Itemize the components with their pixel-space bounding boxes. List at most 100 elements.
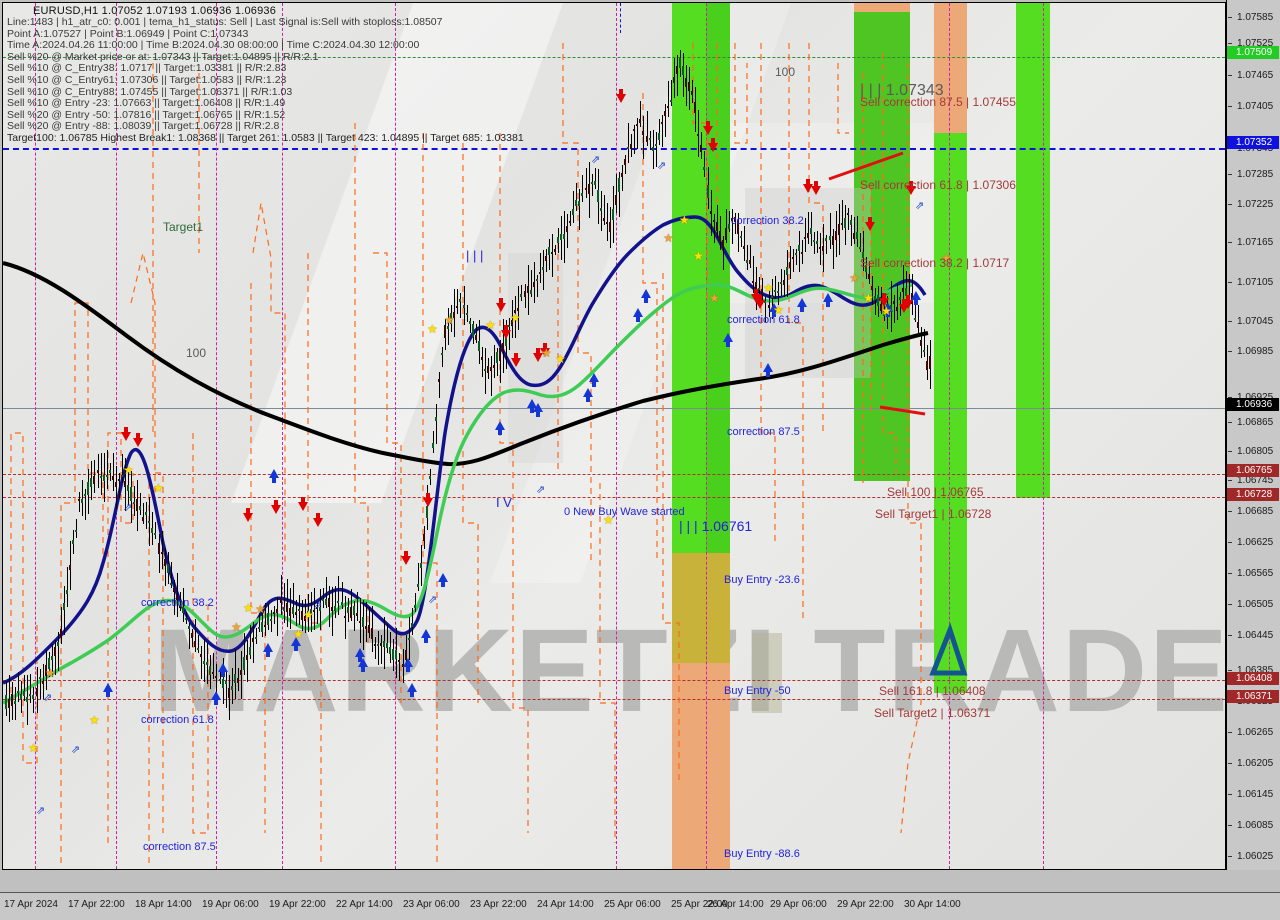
trading-chart-window: MARKETZI TRADE ★ ★ ★ ★ ★ ★ ★ ★ ★ ★ ★ ★ ★… [0, 0, 1280, 920]
candle-body [422, 533, 425, 542]
time-axis[interactable]: 17 Apr 2024 17 Apr 22:00 18 Apr 14:00 19 Ap… [0, 892, 1280, 920]
candle-body [151, 527, 154, 534]
candle-body [569, 221, 572, 224]
price-tick: 1.07045 [1226, 316, 1280, 328]
candle-body [294, 612, 297, 616]
time-tick: 19 Apr 22:00 [269, 899, 326, 910]
chart-label: Sell Target2 | 1.06371 [874, 706, 991, 720]
candle-wick [225, 672, 227, 708]
candle-body [523, 290, 526, 297]
candle-wick [893, 295, 895, 324]
sell-arrow-icon [313, 518, 323, 527]
candle-wick [484, 348, 486, 394]
candle-body [813, 239, 816, 242]
candle-body [840, 222, 843, 225]
candle-body [197, 648, 200, 651]
candle-wick [118, 472, 120, 498]
star-marker-icon: ★ [427, 322, 438, 336]
candle-wick [896, 283, 898, 321]
candle-body [715, 221, 718, 232]
buy-arrow-icon [266, 652, 270, 657]
candle-body [117, 478, 120, 481]
candle-wick [481, 347, 483, 377]
candle-body [139, 505, 142, 510]
buy-arrow-icon [263, 643, 273, 652]
candle-wick [201, 646, 203, 680]
price-tick: 1.07165 [1226, 237, 1280, 249]
candle-wick [323, 587, 325, 609]
candle-body [17, 691, 20, 694]
hollow-arrow-icon: ⇗ [36, 805, 46, 817]
time-tick: 23 Apr 06:00 [403, 899, 460, 910]
buy-arrow-icon [533, 403, 543, 412]
candle-body [364, 625, 367, 630]
candle-wick [332, 587, 334, 636]
candle-body [81, 499, 84, 503]
candle-wick [155, 522, 157, 539]
candle-wick [378, 630, 380, 666]
buy-arrow-icon [106, 692, 110, 697]
candle-body [114, 482, 117, 488]
candle-body [325, 598, 328, 606]
candle-wick [414, 592, 416, 612]
candle-body [346, 607, 349, 613]
candle-wick [792, 249, 794, 273]
candle-wick [164, 547, 166, 587]
candle-body [261, 622, 264, 632]
candle-body [752, 281, 755, 284]
candle-wick [33, 686, 35, 714]
sell-arrow-icon [298, 502, 308, 511]
hollow-arrow-icon: ⇗ [71, 744, 81, 756]
candle-body [133, 502, 136, 505]
chart-plot-area[interactable]: MARKETZI TRADE ★ ★ ★ ★ ★ ★ ★ ★ ★ ★ ★ ★ ★… [2, 2, 1226, 870]
candle-wick [79, 492, 81, 513]
candle-wick [799, 231, 800, 273]
buy-arrow-icon [826, 302, 830, 307]
candle-body [75, 529, 78, 532]
candle-wick [582, 174, 584, 202]
candle-body [776, 290, 779, 293]
candle-body [389, 646, 392, 654]
candle-body [496, 352, 499, 364]
candle-wick [570, 210, 572, 226]
candle-body [746, 260, 749, 264]
candle-body [502, 342, 505, 352]
candle-body [127, 484, 129, 492]
candle-body [575, 200, 578, 207]
star-marker-icon: ★ [849, 271, 860, 285]
candle-wick [875, 287, 877, 315]
price-axis[interactable]: 1.075851.075251.074651.074051.073451.072… [1226, 0, 1280, 870]
star-marker-icon: ★ [679, 213, 690, 227]
chart-label: Buy Entry -50 [724, 685, 791, 697]
candle-wick [161, 530, 163, 570]
candle-wick [616, 173, 617, 214]
candle-wick [853, 217, 855, 244]
candle-body [38, 677, 41, 680]
candle-body [456, 306, 459, 309]
candle-body [410, 622, 413, 628]
time-tick: 22 Apr 14:00 [336, 899, 393, 910]
candle-body [557, 237, 560, 243]
candle-body [590, 181, 593, 184]
candle-body [273, 611, 276, 615]
candle-body [898, 297, 901, 301]
candle-body [593, 181, 596, 185]
candle-wick [356, 592, 358, 622]
candle-wick [750, 245, 752, 268]
candle-wick [808, 211, 810, 244]
chart-label: Buy Entry -23.6 [724, 574, 800, 586]
candle-body [459, 298, 462, 302]
star-marker-icon: ★ [881, 304, 892, 318]
blue-triangle-marker [929, 622, 968, 676]
candle-wick [753, 256, 755, 293]
chart-canvas: MARKETZI TRADE ★ ★ ★ ★ ★ ★ ★ ★ ★ ★ ★ ★ ★… [3, 3, 1225, 869]
candle-body [520, 293, 523, 297]
candle-body [291, 606, 294, 614]
candle-body [468, 321, 471, 324]
candle-body [407, 638, 410, 641]
chart-label: correction 38.2 [731, 215, 804, 227]
chart-label: 100 [186, 346, 207, 360]
buy-arrow-icon [407, 683, 417, 692]
candle-body [929, 356, 932, 369]
candle-body [923, 350, 926, 353]
